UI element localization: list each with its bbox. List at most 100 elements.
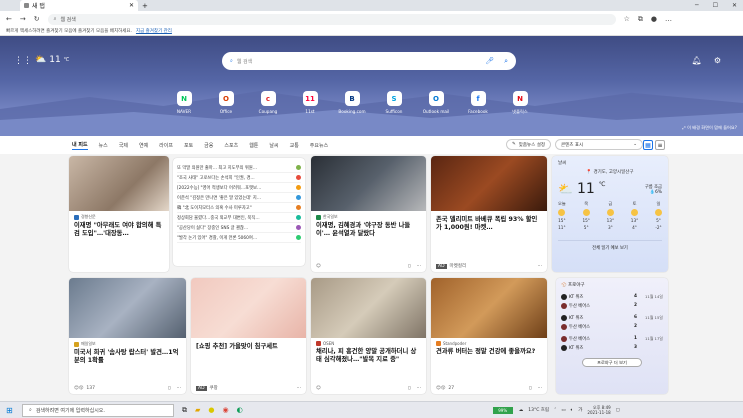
maximize-icon[interactable]: ☐ (713, 2, 718, 9)
task-view-icon[interactable]: ⧉ (182, 406, 187, 415)
nav-tab-11[interactable]: 주요뉴스 (310, 142, 328, 149)
tab-new[interactable]: 새 탭 ✕ (20, 0, 138, 11)
profile-icon[interactable]: ● (651, 15, 657, 23)
news-card-charina[interactable]: OSEN 채리나, 피 흥건한 양말 공개하더니 상태 심각해졌나…"발목 지료… (311, 278, 426, 394)
nav-tab-6[interactable]: 금융 (204, 142, 213, 149)
headline-item[interactable]: "발각 논기 있어" 경찰, 이게 언론 5060여… (177, 233, 301, 243)
baseball-card[interactable]: ⚾ 프로야구 KT 위즈 4 11월 14일 두산 베어스 2 KT 위즈 6 11월 15일… (556, 278, 668, 394)
more-icon[interactable]: … (665, 15, 672, 23)
edge-icon[interactable]: ◐ (237, 406, 243, 415)
volume-icon[interactable]: 🔈︎ (571, 407, 574, 413)
news-card-nutbutter[interactable]: Standpoder 견과류 버터는 정말 건강에 좋을까요? 😊😮 27 ▯ ⋯ (431, 278, 547, 394)
reaction-emojis-icon[interactable]: 😊😮 (436, 386, 445, 391)
app-launcher-icon[interactable]: ⋮⋮ (14, 56, 32, 66)
clock[interactable]: 오후 8:49 2021-11-18 (587, 405, 610, 415)
more-icon[interactable]: ⋯ (417, 386, 422, 391)
bookmark-icon[interactable]: ▯ (529, 386, 531, 391)
ad-card-bedding[interactable]: [쇼핑 추천] 가을맞이 침구세트 AD 쿠팡 ⋯ (191, 278, 306, 394)
news-card-lobster[interactable]: 매일일보 미국서 희귀 '솜사탕 랍스터' 발견…1억분의 1확률 😊😮 137 ▯… (69, 278, 186, 394)
game-row[interactable]: 두산 베어스 2 (561, 301, 663, 310)
nav-tab-0[interactable]: 내 피드 (72, 141, 88, 150)
weather-card[interactable]: 날씨 📍 경기도, 고양시일산구 ⛅ 11 ℃ 구름 조금 💧6% 오늘 15° 11°… (552, 156, 668, 272)
new-tab-button[interactable]: + (142, 2, 148, 10)
minimize-icon[interactable]: ─ (695, 2, 699, 9)
favbar-manage-link[interactable]: 지금 즐겨찾기 관리 (136, 28, 172, 34)
quick-link-5[interactable]: S Sufficon (373, 91, 415, 115)
list-view-icon[interactable]: ≡ (655, 140, 665, 150)
nav-tab-7[interactable]: 스포츠 (224, 142, 238, 149)
ime-icon[interactable]: 가 (578, 407, 582, 413)
quick-link-7[interactable]: f Facebook (457, 91, 499, 115)
headline-item[interactable]: [2022수능] "영어 적생보다 어려워…포맷보… (177, 183, 301, 193)
headline-item[interactable]: "공산당이 싫다" 장중인 SNS 글 괜찮… (177, 223, 301, 233)
nav-tab-4[interactable]: 라이프 (159, 142, 173, 149)
game-row[interactable]: 두산 베어스 1 11월 17일 (561, 334, 663, 343)
nav-tab-10[interactable]: 교통 (290, 142, 299, 149)
search-icon[interactable]: ⌕ (504, 57, 508, 66)
nav-tab-5[interactable]: 포토 (184, 142, 193, 149)
notification-center-icon[interactable]: ▢ (616, 408, 620, 413)
nav-tab-1[interactable]: 뉴스 (99, 142, 108, 149)
headline-item[interactable]: 정상회담 울렸다…중국 외교부 대변인, 묵직… (177, 213, 301, 223)
reaction-emojis-icon[interactable]: 😊😮 (74, 386, 83, 391)
headline-item[interactable]: 또 막말 의원만 출마… 최고 지도부의 위원… (177, 163, 301, 173)
address-input[interactable]: ⌕ 웹 검색 (47, 13, 616, 25)
collections-icon[interactable]: ⧉ (638, 15, 643, 24)
quick-link-0[interactable]: N NAVER (163, 91, 205, 115)
forward-icon[interactable]: → (20, 15, 26, 23)
battery-indicator[interactable]: 99% (492, 406, 513, 414)
more-icon[interactable]: ⋯ (417, 264, 422, 269)
news-card-2[interactable]: 한국일보 이재명, 김혜경과 '야구장 동반 나들이'… 윤석열과 달랐다 ☺ ▯… (311, 156, 426, 272)
quick-link-6[interactable]: O Outlook mail (415, 91, 457, 115)
nav-tab-9[interactable]: 날씨 (269, 142, 278, 149)
content-visible-dropdown[interactable]: 콘텐츠 표시 ⌄ (555, 139, 643, 150)
headline-item[interactable]: 韓 "北 도이치모터스 의혹 수사 미루자고" (177, 203, 301, 213)
refresh-icon[interactable]: ↻ (34, 15, 40, 23)
chevron-up-icon[interactable]: ˄ (554, 408, 556, 413)
quick-link-3[interactable]: 11 11st (289, 91, 331, 115)
personalize-button[interactable]: ✎ 맞춤뉴스 설정 (505, 139, 551, 150)
grid-view-icon[interactable]: ▦ (643, 140, 653, 150)
quick-link-8[interactable]: N 넷플릭스 (499, 91, 541, 115)
favorites-icon[interactable]: ☆ (624, 15, 630, 23)
web-search-box[interactable]: ⌕ 웹 검색 🎤︎ ⌕ (222, 52, 516, 70)
quick-link-4[interactable]: B Booking.com (331, 91, 373, 115)
more-icon[interactable]: ⋯ (538, 386, 543, 391)
more-icon[interactable]: ⋯ (538, 264, 543, 269)
news-card-1[interactable]: 경향신문 이재명 "아무래도 여야 합의해 특검 도입"…'대장동… (69, 156, 169, 272)
taskbar-weather[interactable]: 13°C 흐림 (528, 407, 549, 413)
headline-item[interactable]: "조국 사태" 고로쓰다는 손석희 "인권, 경… (177, 173, 301, 183)
bookmark-icon[interactable]: ▯ (168, 386, 170, 391)
settings-gear-icon[interactable]: ⚙ (714, 56, 721, 65)
bookmark-icon[interactable]: ▯ (408, 386, 410, 391)
quick-link-2[interactable]: c Coupang (247, 91, 289, 115)
game-row[interactable]: 두산 베어스 2 (561, 322, 663, 331)
reaction-icon[interactable]: ☺ (316, 264, 321, 269)
chrome-icon[interactable]: ◉ (223, 406, 229, 415)
reaction-icon[interactable]: ☺ (316, 386, 321, 391)
game-row[interactable]: KT 위즈 6 11월 15일 (561, 313, 663, 322)
file-explorer-icon[interactable]: ▰ (195, 406, 200, 415)
weather-more-link[interactable]: 전체 일기 예보 보기 (558, 240, 662, 251)
more-icon[interactable]: ⋯ (297, 386, 302, 391)
more-icon[interactable]: ⋯ (177, 386, 182, 391)
quick-link-1[interactable]: O Office (205, 91, 247, 115)
close-window-icon[interactable]: ✕ (732, 2, 737, 9)
ad-card-ribs[interactable]: 존국 델리미트 바베큐 폭립 93% 할인가 1,000원! 마켓… AD 마켓컬… (431, 156, 547, 272)
taskbar-search[interactable]: ⌕ 검색하려면 여기에 입력하십시오. (22, 403, 174, 417)
game-row[interactable]: KT 위즈 4 11월 14일 (561, 292, 663, 301)
headline-item[interactable]: 이준석 "김정은 만나면 '좋은 말 있었는데' 지… (177, 193, 301, 203)
baseball-more-button[interactable]: 프로야구 더 보기 (582, 358, 642, 367)
windows-start-icon[interactable]: ⊞ (6, 406, 13, 415)
back-icon[interactable]: ← (6, 15, 12, 23)
nav-tab-8[interactable]: 웹툰 (249, 142, 258, 149)
nav-tab-2[interactable]: 국제 (119, 142, 128, 149)
game-row[interactable]: KT 위즈 3 (561, 343, 663, 352)
network-icon[interactable]: ▭ (561, 408, 565, 413)
kakaotalk-icon[interactable]: ● (208, 406, 214, 415)
bookmark-icon[interactable]: ▯ (408, 264, 410, 269)
nav-tab-3[interactable]: 연예 (139, 142, 148, 149)
close-icon[interactable]: ✕ (129, 2, 134, 9)
wallpaper-caption[interactable]: ⤢ 이 배경 화면이 맘에 들어요? (682, 125, 737, 131)
hero-weather[interactable]: ⛅ 11 ℃ (35, 55, 69, 65)
